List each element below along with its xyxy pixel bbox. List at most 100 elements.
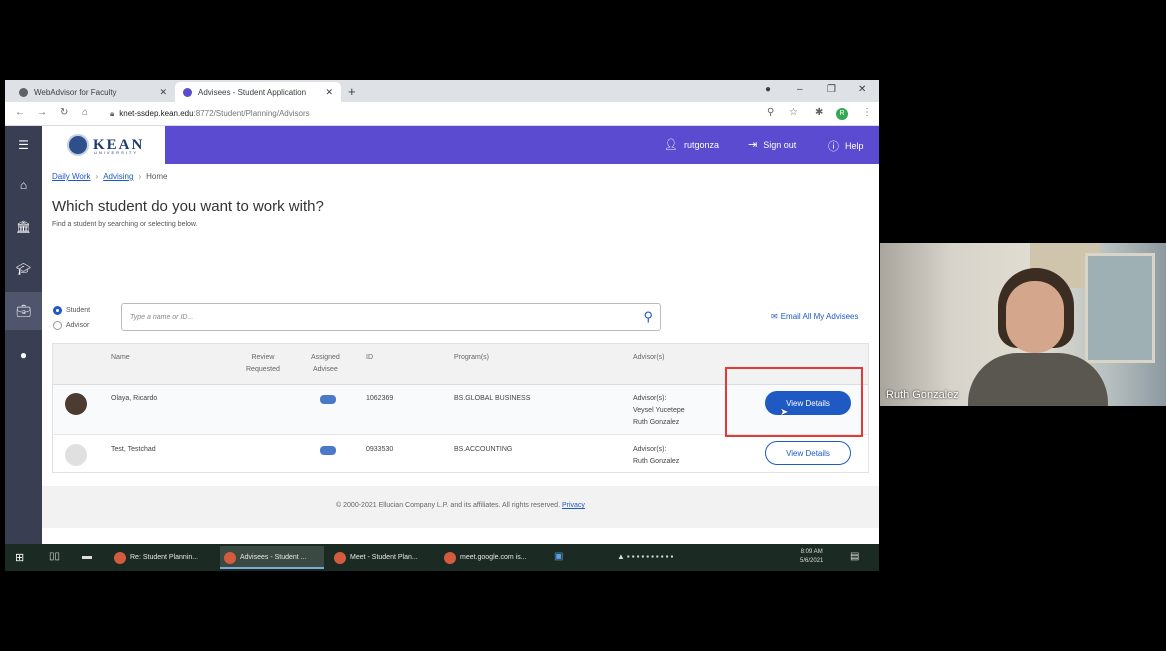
extension-icon[interactable]: ●	[765, 84, 771, 95]
left-navigation: ☰ ⌂ 🏛︎ 🎓︎ 💼︎ ●	[5, 126, 42, 544]
privacy-link[interactable]: Privacy	[562, 502, 585, 509]
assigned-advisee-icon	[320, 446, 336, 455]
taskbar-app-chrome-2[interactable]: Advisees - Student ...	[220, 546, 324, 569]
col-assigned-advisee[interactable]: Assigned Advisee	[311, 352, 340, 376]
new-tab-button[interactable]: +	[348, 84, 356, 99]
extensions-puzzle-icon[interactable]: ✱	[815, 107, 823, 118]
user-menu[interactable]: 👤︎ rutgonza	[664, 138, 719, 151]
col-programs[interactable]: Program(s)	[454, 352, 489, 364]
breadcrumb: Daily Work › Advising › Home	[52, 172, 168, 181]
participant-name: Ruth Gonzalez	[886, 389, 959, 401]
bookmark-star-icon[interactable]: ☆	[789, 107, 798, 118]
minimize-button[interactable]: –	[797, 84, 803, 95]
chrome-icon	[224, 551, 236, 564]
nav-home-icon[interactable]: ⌂	[5, 166, 42, 204]
student-planning-app: ☰ ⌂ 🏛︎ 🎓︎ 💼︎ ● KEAN UNIVERSITY 👤︎ rutgon…	[5, 126, 879, 544]
taskbar-app-chrome-4[interactable]: meet.google.com is...	[440, 546, 544, 569]
kean-logo[interactable]: KEAN UNIVERSITY	[42, 126, 165, 164]
taskbar-clock[interactable]: 8:09 AM 5/6/2021	[800, 548, 823, 566]
hamburger-menu-icon[interactable]: ☰	[5, 126, 42, 164]
help-link[interactable]: ⓘ Help	[828, 138, 864, 154]
mouse-cursor-icon: ➤	[780, 407, 789, 418]
taskbar-app-chrome-1[interactable]: Re: Student Plannin...	[110, 546, 214, 569]
close-tab-icon[interactable]: ✕	[325, 87, 333, 98]
student-id: 1062369	[366, 395, 394, 402]
close-tab-icon[interactable]: ✕	[159, 87, 167, 98]
student-program: BS.ACCOUNTING	[454, 446, 513, 453]
close-window-button[interactable]: ✕	[858, 84, 866, 95]
url-field[interactable]: 🔒︎ knet-ssdep.kean.edu:8772/Student/Plann…	[110, 109, 310, 119]
meeting-stage: WebAdvisor for Faculty ✕ Advisees - Stud…	[0, 0, 1166, 651]
table-row: Test, Testchad 0933530 BS.ACCOUNTING Adv…	[53, 436, 868, 486]
chrome-favicon-icon	[19, 87, 28, 97]
outlook-icon[interactable]: ▣	[554, 551, 563, 562]
email-all-advisees-link[interactable]: ✉ Email All My Advisees	[771, 312, 859, 321]
forward-arrow-icon[interactable]: →	[37, 107, 47, 118]
windows-start-icon[interactable]: ⊞	[15, 551, 27, 564]
col-name[interactable]: Name	[111, 352, 130, 364]
participant-face	[1006, 281, 1064, 353]
back-arrow-icon[interactable]: ←	[15, 107, 25, 118]
user-icon: 👤︎	[664, 139, 678, 151]
shared-screen: WebAdvisor for Faculty ✕ Advisees - Stud…	[5, 80, 879, 571]
student-id: 0933530	[366, 446, 394, 453]
radio-advisor[interactable]: Advisor	[53, 321, 89, 330]
taskbar-app-chrome-3[interactable]: Meet - Student Plan...	[330, 546, 434, 569]
student-name[interactable]: Olaya, Ricardo	[111, 393, 157, 405]
student-name[interactable]: Test, Testchad	[111, 444, 156, 456]
home-icon[interactable]: ⌂	[82, 107, 88, 118]
main-content: Daily Work › Advising › Home Which student d…	[42, 164, 879, 544]
sign-out-link[interactable]: ⇥ Sign out	[748, 138, 796, 151]
address-bar-row: ← → ↻ ⌂ 🔒︎ knet-ssdep.kean.edu:8772/Stude…	[5, 102, 879, 126]
student-placeholder-avatar	[65, 444, 87, 466]
maximize-button[interactable]: ❐	[827, 84, 836, 95]
nav-person-icon[interactable]: ●	[5, 336, 42, 374]
windows-taskbar: ⊞ ▯▯ ▬ Re: Student Plannin... Advisees -…	[5, 544, 879, 571]
nav-institution-icon[interactable]: 🏛︎	[5, 208, 42, 246]
col-advisors[interactable]: Advisor(s)	[633, 352, 665, 364]
lock-icon: 🔒︎	[110, 109, 115, 118]
app-header: KEAN UNIVERSITY 👤︎ rutgonza ⇥ Sign out ⓘ…	[42, 126, 879, 164]
reload-icon[interactable]: ↻	[60, 107, 68, 118]
participant-video-tile[interactable]: Ruth Gonzalez	[880, 243, 1166, 406]
tab-label: Advisees - Student Application	[198, 87, 307, 97]
col-id[interactable]: ID	[366, 352, 373, 364]
chrome-icon	[114, 551, 126, 564]
breadcrumb-daily-work[interactable]: Daily Work	[52, 172, 91, 181]
help-icon: ⓘ	[828, 141, 839, 153]
page-subtitle: Find a student by searching or selecting…	[52, 221, 198, 228]
student-search-input[interactable]: Type a name or ID... ⚲	[121, 303, 661, 331]
breadcrumb-home: Home	[146, 172, 168, 181]
student-program: BS.GLOBAL BUSINESS	[454, 395, 531, 402]
chrome-icon	[334, 551, 346, 564]
file-explorer-icon[interactable]: ▬	[82, 551, 92, 562]
view-details-button[interactable]: View Details	[765, 441, 851, 465]
student-advisors: Advisor(s): Veysel Yucetepe Ruth Gonzalez	[633, 395, 685, 426]
task-view-icon[interactable]: ▯▯	[49, 551, 60, 562]
page-footer: © 2000-2021 Ellucian Company L.P. and it…	[42, 486, 879, 528]
browser-tab-advisees[interactable]: Advisees - Student Application ✕	[175, 82, 341, 102]
radio-unselected-icon	[53, 321, 62, 330]
notification-icon[interactable]: ▤	[850, 551, 859, 562]
zoom-icon[interactable]: ⚲	[767, 107, 774, 118]
nav-briefcase-icon[interactable]: 💼︎	[5, 292, 42, 330]
system-tray-icons[interactable]: ▲▪▪▪▪▪▪▪▪▪▪	[617, 552, 675, 561]
radio-student[interactable]: Student	[53, 306, 90, 315]
app-favicon-icon	[183, 87, 192, 97]
sign-out-icon: ⇥	[748, 139, 758, 151]
page-title: Which student do you want to work with?	[52, 198, 324, 215]
student-photo	[65, 393, 87, 415]
search-icon[interactable]: ⚲	[643, 309, 653, 325]
assigned-advisee-icon	[320, 395, 336, 404]
profile-avatar[interactable]: R	[836, 108, 848, 120]
browser-tab-webadvisor[interactable]: WebAdvisor for Faculty ✕	[11, 82, 175, 102]
col-review-requested[interactable]: Review Requested	[246, 352, 280, 376]
breadcrumb-advising[interactable]: Advising	[103, 172, 133, 181]
chrome-icon	[444, 551, 456, 564]
university-seal-icon	[67, 134, 89, 156]
nav-graduation-cap-icon[interactable]: 🎓︎	[5, 250, 42, 288]
browser-tab-strip: WebAdvisor for Faculty ✕ Advisees - Stud…	[5, 80, 879, 102]
annotation-highlight-box	[725, 367, 863, 437]
menu-kebab-icon[interactable]: ⋮	[862, 107, 872, 118]
student-advisors: Advisor(s): Ruth Gonzalez	[633, 446, 680, 465]
